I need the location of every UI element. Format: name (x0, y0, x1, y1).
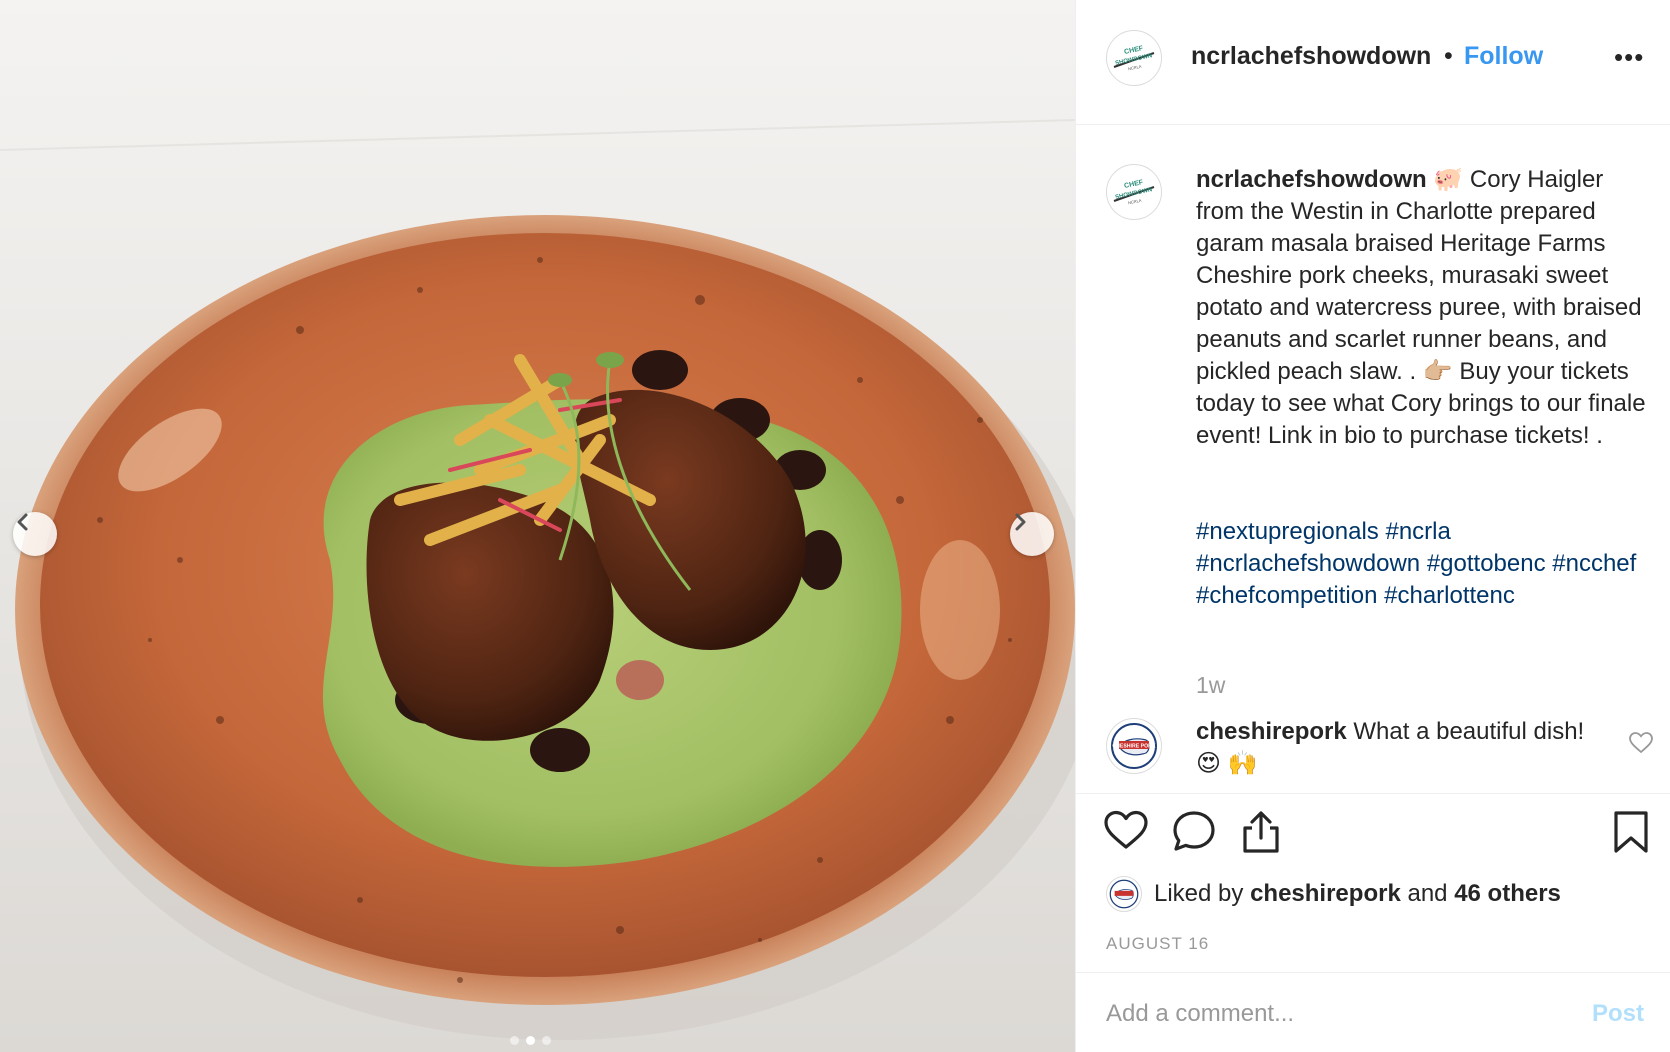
likes-user[interactable]: cheshirepork (1250, 880, 1401, 908)
previous-photo-button[interactable] (13, 512, 57, 556)
comment-like-heart-icon[interactable] (1629, 732, 1653, 759)
comment-item: CHESHIRE PORK cheshirepork What a beauti… (1076, 710, 1670, 790)
caption-text: ncrlachefshowdown 🐖 Cory Haigler from th… (1196, 164, 1651, 452)
post-age[interactable]: 1w (1196, 672, 1225, 699)
cheshire-logo-text: CHESHIRE PORK (1112, 744, 1155, 750)
logo-line-1: CHEF (1124, 45, 1145, 56)
caption-body: 🐖 Cory Haigler from the Westin in Charlo… (1196, 166, 1646, 449)
likes-summary[interactable]: Liked by cheshirepork and 46 others (1106, 874, 1561, 914)
hashtag-link[interactable]: #ncrlachefshowdown (1196, 550, 1420, 577)
carousel-dot (510, 1036, 519, 1045)
food-photo-illustration (0, 0, 1075, 1052)
bookmark-icon[interactable] (1612, 810, 1650, 859)
post-date[interactable]: AUGUST 16 (1106, 934, 1209, 954)
hashtag-link[interactable]: #ncchef (1552, 550, 1636, 577)
likes-prefix: Liked by (1154, 880, 1244, 907)
comment-text: cheshirepork What a beautiful dish! 😍 🙌 (1196, 716, 1596, 780)
likes-middle: and (1407, 880, 1448, 907)
comment-input[interactable] (1106, 997, 1546, 1031)
logo-line-3: NCRLA (1128, 198, 1143, 206)
commenter-username[interactable]: cheshirepork (1196, 718, 1347, 745)
hashtag-link[interactable]: #ncrla (1385, 518, 1450, 545)
chef-showdown-logo: CHEF SHOWDOWN NCRLA (1113, 179, 1155, 206)
liker-avatar (1106, 876, 1142, 912)
hashtag-link[interactable]: #chefcompetition (1196, 582, 1377, 609)
caption-author-avatar[interactable]: CHEF SHOWDOWN NCRLA (1106, 164, 1162, 220)
add-comment-bar: Post (1076, 972, 1670, 1052)
post-comment-button[interactable]: Post (1592, 1000, 1644, 1028)
caption-username[interactable]: ncrlachefshowdown (1196, 166, 1427, 193)
chef-showdown-logo: CHEF SHOWDOWN NCRLA (1113, 45, 1155, 72)
carousel-dot (542, 1036, 551, 1045)
hashtag-link[interactable]: #nextupregionals (1196, 518, 1379, 545)
post-details-panel: CHEF SHOWDOWN NCRLA ncrlachefshowdown • … (1075, 0, 1670, 1052)
cheshire-pork-logo (1109, 879, 1139, 909)
share-icon[interactable] (1240, 810, 1282, 859)
likes-others[interactable]: 46 others (1454, 880, 1561, 908)
post-actions: Liked by cheshirepork and 46 others AUGU… (1076, 793, 1670, 968)
heart-icon[interactable] (1104, 810, 1148, 855)
author-username[interactable]: ncrlachefshowdown (1191, 42, 1431, 71)
post-photo[interactable] (0, 0, 1075, 1052)
post-header: CHEF SHOWDOWN NCRLA ncrlachefshowdown • … (1076, 0, 1670, 125)
logo-line-1: CHEF (1124, 179, 1145, 190)
hashtag-link[interactable]: #gottobenc (1427, 550, 1546, 577)
header-separator: • (1444, 42, 1453, 70)
commenter-avatar[interactable]: CHESHIRE PORK (1106, 718, 1162, 774)
logo-line-3: NCRLA (1128, 64, 1143, 72)
follow-button[interactable]: Follow (1464, 42, 1543, 71)
author-avatar[interactable]: CHEF SHOWDOWN NCRLA (1106, 30, 1162, 86)
carousel-indicator (510, 1036, 551, 1045)
caption-hashtags: #nextupregionals #ncrla #ncrlachefshowdo… (1196, 516, 1651, 612)
speech-bubble-icon[interactable] (1172, 810, 1216, 857)
carousel-dot-active (526, 1036, 535, 1045)
hashtag-link[interactable]: #charlottenc (1384, 582, 1515, 609)
more-options-button[interactable]: ••• (1614, 42, 1644, 72)
next-photo-button[interactable] (1010, 512, 1054, 556)
cheshire-pork-logo: CHESHIRE PORK (1111, 723, 1157, 769)
